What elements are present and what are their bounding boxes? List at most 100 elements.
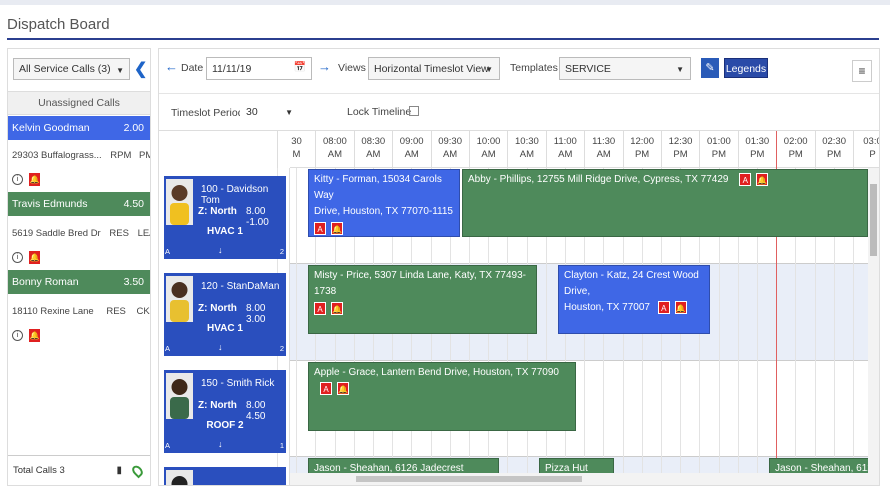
job-tag: A — [314, 301, 326, 315]
time-slot: 30 M — [277, 131, 315, 168]
service-calls-select[interactable]: All Service Calls (3) ▼ — [13, 58, 130, 80]
time-slot: 02:00 PM — [776, 131, 814, 168]
time-slot-time: 09:00 — [399, 136, 424, 147]
time-slot-time: 01:30 — [745, 136, 770, 147]
templates-select[interactable]: SERVICE ▼ — [559, 57, 691, 80]
total-calls: Total Calls 3 ▮ — [8, 455, 150, 485]
menu-icon[interactable]: ≡ — [852, 60, 872, 82]
job-text: Kitty - Forman, 15034 Carols Way — [314, 174, 442, 201]
horizontal-scrollbar[interactable] — [290, 473, 868, 485]
call-item-travis[interactable]: Travis Edmunds 4.50 — [8, 192, 150, 216]
call-details: 29303 Buffalograss... RPM PM.2... — [8, 150, 150, 161]
job-block[interactable]: Abby - Phillips, 12755 Mill Ridge Drive,… — [462, 169, 868, 237]
resource-hours: 8.00 -1.00 — [246, 206, 269, 228]
resource-card[interactable]: 120 - StanDaMan Z: North 8.00 3.00 HVAC … — [164, 273, 286, 356]
views-select[interactable]: Horizontal Timeslot View ▼ — [368, 57, 500, 80]
time-slot-period: PM — [750, 149, 765, 160]
call-type: RPM — [110, 150, 132, 161]
job-block[interactable]: Misty - Price, 5307 Linda Lane, Katy, TX… — [308, 265, 537, 334]
views-value: Horizontal Timeslot View — [374, 63, 489, 75]
time-slot-time: 08:00 — [323, 136, 347, 147]
avatar — [166, 179, 193, 225]
alarm-icon: 🔔 — [337, 381, 349, 395]
resource-column: 100 - Davidson Tom Z: North 8.00 -1.00 H… — [159, 168, 290, 485]
call-hours: 3.50 — [123, 276, 144, 288]
info-icon[interactable]: i — [12, 174, 23, 185]
next-date-icon[interactable]: → — [318, 59, 331, 74]
resource-card[interactable]: 150 - Smith Rick Z: North 8.00 4.50 ROOF… — [164, 370, 286, 453]
job-text: Apple - Grace, Lantern Bend Drive, Houst… — [314, 367, 559, 378]
job-tag: A — [320, 381, 332, 395]
time-slot-period: AM — [596, 149, 611, 160]
call-icons: i 🔔 — [12, 173, 72, 187]
time-slot-time: 11:00 — [553, 136, 577, 147]
alarm-icon[interactable]: 🔔 — [29, 251, 40, 264]
timeslot-row: Timeslot Period 30 ▼ Lock Timeline — [159, 93, 879, 130]
call-item-kelvin[interactable]: Kelvin Goodman 2.00 — [8, 116, 150, 140]
info-icon[interactable]: i — [12, 252, 23, 263]
time-slot-period: AM — [558, 149, 573, 160]
info-icon[interactable]: i — [12, 330, 23, 341]
map-pin-icon[interactable] — [130, 463, 145, 479]
job-text: Drive, Houston, TX 77070-1115 — [314, 206, 453, 217]
resource-name: 150 - Smith Rick — [201, 378, 275, 389]
call-address: 5619 Saddle Bred Dr — [12, 228, 101, 239]
time-slot-time: 03:0 — [863, 136, 879, 147]
time-slot: 09:00 AM — [392, 131, 430, 168]
calendar-icon[interactable]: 📅 — [294, 62, 306, 73]
resource-card[interactable] — [164, 467, 286, 485]
job-block[interactable]: Clayton - Katz, 24 Crest Wood Drive, Hou… — [558, 265, 710, 334]
lock-timeline-checkbox[interactable] — [409, 106, 419, 116]
call-type: RES — [109, 228, 129, 239]
alarm-icon[interactable]: 🔔 — [29, 173, 40, 186]
call-item-bonny[interactable]: Bonny Roman 3.50 — [8, 270, 150, 294]
call-details: 18110 Rexine Lane RES CK.AC — [8, 306, 150, 317]
grid-line — [296, 168, 298, 485]
call-icons: i 🔔 — [12, 251, 72, 265]
resource-footer: A ↓ 2 — [164, 245, 286, 259]
resource-skill: HVAC 1 — [207, 226, 243, 237]
timeslot-value: 30 — [246, 106, 258, 118]
collapse-panel-icon[interactable]: ❮ — [134, 59, 147, 79]
call-code: LEAK... — [137, 228, 150, 239]
job-text: Misty - Price, 5307 Linda Lane, Katy, TX… — [314, 270, 526, 297]
resource-card[interactable]: 100 - Davidson Tom Z: North 8.00 -1.00 H… — [164, 176, 286, 259]
unassigned-panel: All Service Calls (3) ▼ ❮ Unassigned Cal… — [7, 48, 151, 486]
date-label: Date — [181, 62, 204, 74]
job-block[interactable]: Kitty - Forman, 15034 Carols Way Drive, … — [308, 169, 460, 237]
chevron-down-icon: ▼ — [485, 65, 493, 74]
time-slot-period: M — [292, 149, 301, 160]
resource-zone: Z: North — [198, 206, 237, 217]
alarm-icon[interactable]: 🔔 — [29, 329, 40, 342]
time-slot: 11:30 AM — [584, 131, 622, 168]
time-slot-period: PM — [634, 149, 650, 160]
job-text: Abby - Phillips, 12755 Mill Ridge Drive,… — [468, 174, 729, 185]
time-slot: 09:30 AM — [430, 131, 469, 168]
vertical-scrollbar[interactable] — [868, 168, 879, 485]
time-slot-period: PM — [788, 149, 803, 160]
resource-name: 100 - Davidson Tom — [201, 184, 269, 206]
timeslot-select[interactable]: 30 ▼ — [240, 100, 300, 123]
call-name: Travis Edmunds — [12, 198, 88, 210]
legends-button[interactable]: Legends — [724, 58, 768, 78]
scroll-thumb[interactable] — [356, 476, 582, 482]
time-slot-period: PM — [673, 149, 688, 160]
time-header: 30 M 08:00 AM 08:30 AM 09:00 AM 09:30 AM 10:00 AM 10… — [277, 131, 879, 168]
document-icon[interactable]: ▮ — [116, 456, 122, 486]
time-slot-period: PM — [826, 149, 842, 160]
time-slot-period: PM — [711, 149, 727, 160]
call-hours: 2.00 — [123, 122, 144, 134]
job-block[interactable]: Apple - Grace, Lantern Bend Drive, Houst… — [308, 362, 576, 431]
scroll-thumb[interactable] — [870, 184, 877, 256]
prev-date-icon[interactable]: ← — [165, 59, 178, 74]
time-slot-period: AM — [481, 149, 496, 160]
resource-count: 2 — [279, 247, 284, 256]
edit-pencil-icon[interactable]: ✎ — [701, 58, 719, 78]
time-slot-period: AM — [366, 149, 381, 160]
time-slot-period: AM — [327, 149, 343, 160]
date-input[interactable]: 11/11/19 📅 — [206, 57, 312, 80]
time-slot-time: 01:00 — [707, 136, 731, 147]
avatar — [166, 373, 193, 419]
time-slot: 08:00 AM — [315, 131, 353, 168]
templates-label: Templates — [510, 62, 558, 74]
